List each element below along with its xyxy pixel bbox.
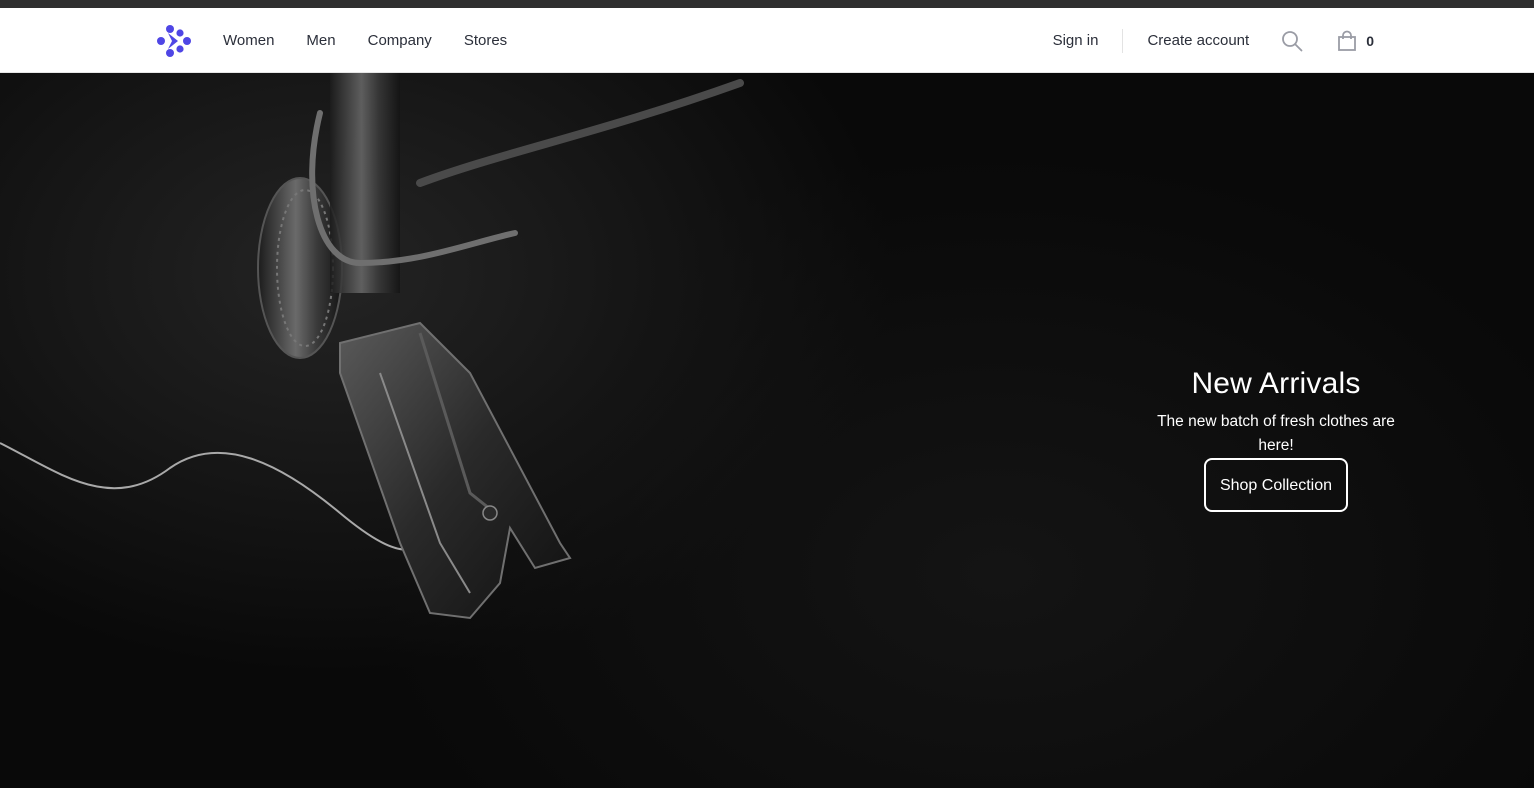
hero-subtitle: The new batch of fresh clothes are here! xyxy=(1157,413,1395,454)
hero-content: New Arrivals The new batch of fresh clot… xyxy=(1146,366,1406,512)
brand-logo-icon[interactable] xyxy=(156,24,192,58)
shopping-bag-icon xyxy=(1338,30,1357,51)
hero-banner: New Arrivals The new batch of fresh clot… xyxy=(0,73,1534,788)
nav-item-stores[interactable]: Stores xyxy=(464,32,507,49)
account-actions: Sign in Create account 0 xyxy=(1053,8,1374,73)
main-nav: Women Men Company Stores xyxy=(223,8,507,73)
search-button[interactable] xyxy=(1279,28,1305,54)
create-account-link[interactable]: Create account xyxy=(1147,32,1249,49)
cart-count: 0 xyxy=(1366,32,1374,49)
sign-in-link[interactable]: Sign in xyxy=(1053,32,1099,49)
nav-item-women[interactable]: Women xyxy=(223,32,274,49)
cart-button[interactable]: 0 xyxy=(1337,30,1374,52)
top-strip xyxy=(0,0,1534,8)
nav-item-company[interactable]: Company xyxy=(368,32,432,49)
search-icon xyxy=(1282,30,1303,51)
hero-title: New Arrivals xyxy=(1191,367,1361,400)
shop-collection-button[interactable]: Shop Collection xyxy=(1203,458,1349,512)
nav-item-men[interactable]: Men xyxy=(306,32,335,49)
site-header: Women Men Company Stores Sign in Create … xyxy=(0,8,1534,73)
header-divider xyxy=(1122,28,1124,53)
